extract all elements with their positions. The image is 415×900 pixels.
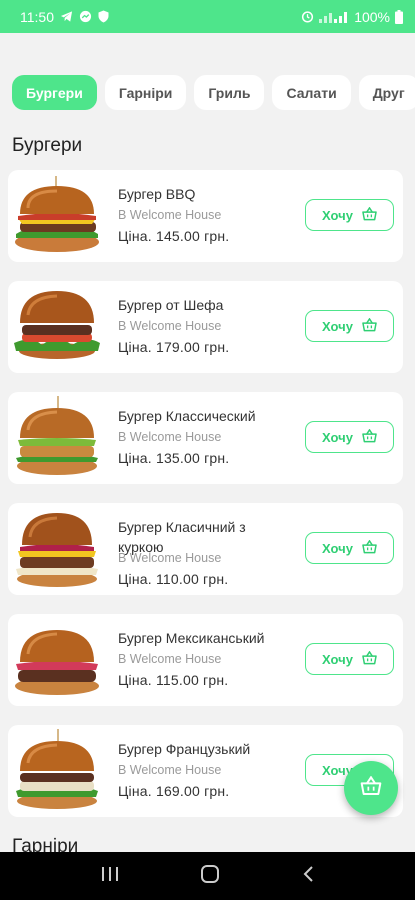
alarm-icon xyxy=(301,10,314,23)
want-button[interactable]: Хочу xyxy=(305,532,394,564)
want-button-label: Хочу xyxy=(322,540,353,556)
product-venue: B Welcome House xyxy=(118,208,222,222)
cart-fab-button[interactable] xyxy=(344,761,398,815)
signal-icon xyxy=(319,10,349,23)
want-button-label: Хочу xyxy=(322,207,353,223)
category-tabs: Бургери Гарніри Гриль Салати Друг xyxy=(0,75,415,111)
product-name: Бургер BBQ xyxy=(118,186,196,202)
tab-other[interactable]: Друг xyxy=(358,75,415,110)
back-icon[interactable] xyxy=(302,865,314,888)
product-venue: B Welcome House xyxy=(118,319,222,333)
telegram-icon xyxy=(60,10,73,23)
product-image xyxy=(12,396,102,480)
shield-icon xyxy=(98,10,109,23)
product-venue: B Welcome House xyxy=(118,652,222,666)
messenger-icon xyxy=(79,10,92,23)
want-button-label: Хочу xyxy=(322,318,353,334)
tab-burgers[interactable]: Бургери xyxy=(12,75,97,110)
product-price: Ціна. 145.00 грн. xyxy=(118,228,230,244)
product-name: Бургер Французький xyxy=(118,741,251,757)
product-venue: B Welcome House xyxy=(118,551,222,565)
product-name: Бургер Классический xyxy=(118,408,256,424)
product-image xyxy=(12,285,102,369)
product-price: Ціна. 110.00 грн. xyxy=(118,571,229,587)
section-title-burgers: Бургери xyxy=(12,135,83,156)
product-price: Ціна. 179.00 грн. xyxy=(118,339,230,355)
system-nav-bar xyxy=(0,852,415,900)
basket-icon xyxy=(362,650,377,668)
basket-icon xyxy=(362,539,377,557)
want-button[interactable]: Хочу xyxy=(305,643,394,675)
basket-icon xyxy=(362,428,377,446)
product-card[interactable]: Бургер Мексиканський B Welcome House Цін… xyxy=(8,614,403,706)
basket-icon xyxy=(362,317,377,335)
product-price: Ціна. 135.00 грн. xyxy=(118,450,230,466)
product-image xyxy=(12,507,102,591)
product-venue: B Welcome House xyxy=(118,430,222,444)
product-image xyxy=(12,618,102,702)
battery-icon xyxy=(395,9,403,24)
want-button[interactable]: Хочу xyxy=(305,421,394,453)
product-card[interactable]: Бургер от Шефа B Welcome House Ціна. 179… xyxy=(8,281,403,373)
status-time: 11:50 xyxy=(20,8,54,25)
tab-sides[interactable]: Гарніри xyxy=(104,75,187,110)
battery-percent: 100% xyxy=(354,8,390,25)
status-bar: 11:50 100% xyxy=(0,0,415,33)
recent-apps-icon[interactable] xyxy=(101,866,119,887)
product-name: Бургер Мексиканський xyxy=(118,630,265,646)
home-icon[interactable] xyxy=(200,864,220,889)
product-name: Бургер от Шефа xyxy=(118,297,224,313)
product-card[interactable]: Бургер Классический B Welcome House Ціна… xyxy=(8,392,403,484)
tab-salads[interactable]: Салати xyxy=(272,75,351,110)
product-price: Ціна. 115.00 грн. xyxy=(118,672,229,688)
want-button[interactable]: Хочу xyxy=(305,310,394,342)
product-card[interactable]: Бургер BBQ B Welcome House Ціна. 145.00 … xyxy=(8,170,403,262)
product-price: Ціна. 169.00 грн. xyxy=(118,783,230,799)
product-card[interactable]: Бургер Класичний з куркою B Welcome Hous… xyxy=(8,503,403,595)
product-card[interactable]: Бургер Французький B Welcome House Ціна.… xyxy=(8,725,403,817)
want-button-label: Хочу xyxy=(322,651,353,667)
tab-grill[interactable]: Гриль xyxy=(194,75,265,110)
basket-icon xyxy=(360,775,382,801)
product-venue: B Welcome House xyxy=(118,763,222,777)
want-button[interactable]: Хочу xyxy=(305,199,394,231)
want-button-label: Хочу xyxy=(322,429,353,445)
basket-icon xyxy=(362,206,377,224)
product-image xyxy=(12,729,102,813)
product-image xyxy=(12,174,102,258)
